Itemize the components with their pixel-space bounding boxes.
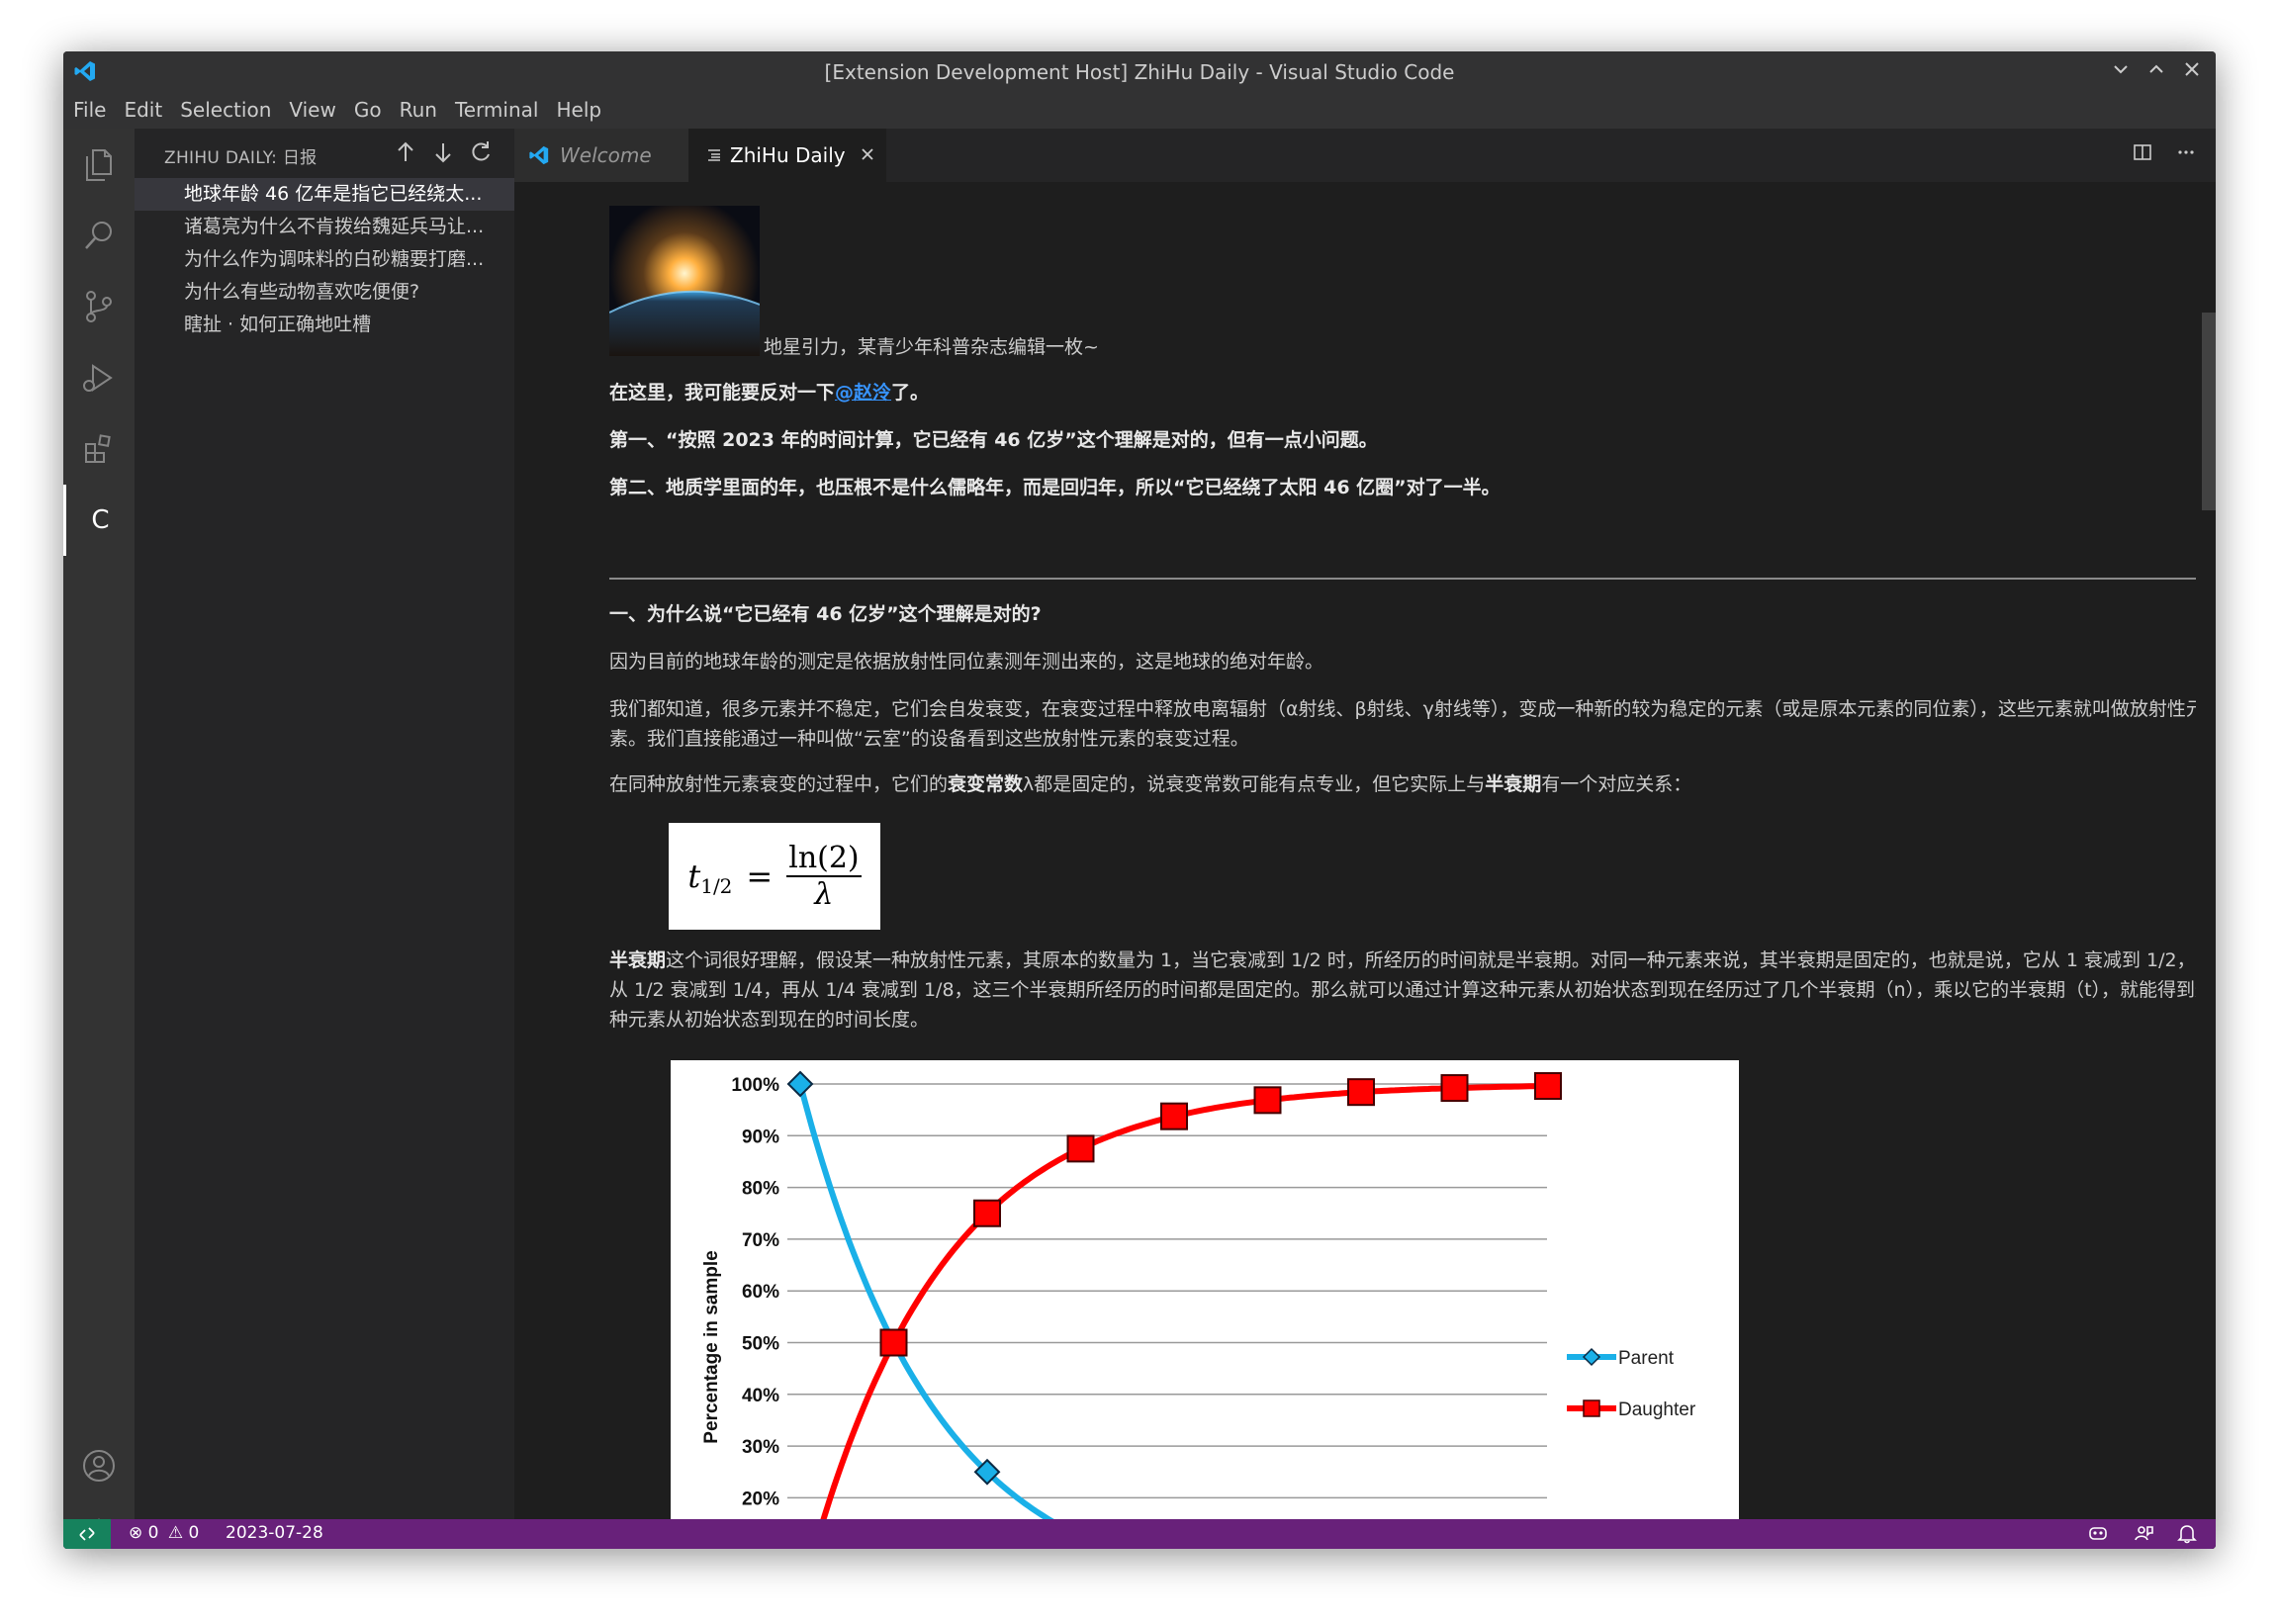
sidebar-title: ZHIHU DAILY: 日报 <box>164 148 318 168</box>
sidebar-header: ZHIHU DAILY: 日报 <box>135 129 514 176</box>
accounts-icon[interactable] <box>63 1430 135 1501</box>
series-line-daughter <box>811 1083 1549 1549</box>
half-life-formula: t 1/2 = ln(2) λ <box>669 823 880 930</box>
list-item[interactable]: 为什么作为调味料的白砂糖要打磨... <box>135 243 514 276</box>
paragraph: 因为目前的地球年龄的测定是依据放射性同位素测年测出来的，这是地球的绝对年龄。 <box>609 651 1324 673</box>
y-tick-label: 60% <box>742 1282 779 1303</box>
tab-label: Welcome <box>560 143 652 167</box>
sidebar: ZHIHU DAILY: 日报 地球年龄 46 亿年是指它已经绕太... 诸葛亮… <box>135 129 514 1549</box>
menu-bar: File Edit Selection View Go Run Terminal Help <box>63 91 2216 129</box>
data-point-daughter <box>879 1328 908 1357</box>
status-date[interactable]: 2023-07-28 <box>226 1523 323 1543</box>
close-tab-icon[interactable] <box>860 143 875 167</box>
scrollbar-thumb[interactable] <box>2202 313 2216 510</box>
menu-run[interactable]: Run <box>391 91 446 129</box>
more-actions-icon[interactable] <box>2176 142 2196 167</box>
section-heading: 一、为什么说“它已经有 46 亿岁”这个理解是对的? <box>609 603 1042 625</box>
tab-label: ZhiHu Daily <box>730 143 846 167</box>
y-tick-label: 90% <box>742 1127 779 1147</box>
author-intro: 地星引力，某青少年科普杂志编辑一枚~ <box>764 336 1099 358</box>
tab-welcome[interactable]: Welcome <box>514 129 688 182</box>
arrow-up-icon[interactable] <box>392 138 419 166</box>
explorer-icon[interactable] <box>63 129 135 200</box>
data-point-daughter <box>1066 1134 1095 1163</box>
scrollbar[interactable] <box>2202 182 2216 1549</box>
divider <box>609 578 2196 580</box>
legend-label: Parent <box>1618 1348 1675 1369</box>
author-avatar <box>609 206 760 356</box>
refresh-icon[interactable] <box>467 138 495 166</box>
data-point-daughter <box>1160 1102 1188 1130</box>
menu-terminal[interactable]: Terminal <box>446 91 548 129</box>
decay-chart: 100%90%80%70%60%50%40%30%20%10%Percentag… <box>671 1060 1739 1549</box>
data-point-daughter <box>1253 1086 1282 1115</box>
legend-label: Daughter <box>1618 1399 1696 1420</box>
vscode-logo-icon <box>529 145 549 165</box>
warning-icon: ⚠ <box>167 1523 184 1543</box>
y-tick-label: 50% <box>742 1334 779 1355</box>
y-tick-label: 30% <box>742 1437 779 1458</box>
article-list: 地球年龄 46 亿年是指它已经绕太... 诸葛亮为什么不肯拨给魏延兵马让... … <box>135 178 514 341</box>
window-title: [Extension Development Host] ZhiHu Daily… <box>824 60 1455 84</box>
list-item[interactable]: 地球年龄 46 亿年是指它已经绕太... <box>135 178 514 211</box>
problems-indicator[interactable]: ⊗ 0 ⚠ 0 <box>129 1523 199 1543</box>
zhihu-daily-view-icon[interactable]: C <box>63 485 135 556</box>
paragraph: 在同种放射性元素衰变的过程中，它们的衰变常数λ都是固定的，说衰变常数可能有点专业… <box>609 773 1692 795</box>
extensions-icon[interactable] <box>63 413 135 485</box>
data-point-daughter <box>973 1199 1001 1227</box>
tab-bar: Welcome ZhiHu Daily <box>514 129 2216 182</box>
list-item[interactable]: 诸葛亮为什么不肯拨给魏延兵马让... <box>135 211 514 243</box>
paragraph: 在这里，我可能要反对一下@赵泠了。 <box>609 382 930 404</box>
data-point-daughter <box>1534 1072 1562 1101</box>
preview-icon <box>708 149 720 161</box>
legend-marker <box>1583 1399 1600 1417</box>
bell-icon[interactable] <box>2176 1522 2198 1549</box>
y-tick-label: 80% <box>742 1179 779 1200</box>
y-tick-label: 40% <box>742 1386 779 1406</box>
copilot-icon[interactable] <box>2087 1522 2109 1549</box>
mention-link[interactable]: @赵泠 <box>835 382 891 404</box>
error-icon: ⊗ <box>129 1523 143 1543</box>
y-tick-label: 100% <box>731 1075 779 1096</box>
status-bar: ⊗ 0 ⚠ 0 2023-07-28 <box>63 1519 2216 1549</box>
decay-chart-svg: 100%90%80%70%60%50%40%30%20%10%Percentag… <box>701 1070 1696 1549</box>
feedback-icon[interactable] <box>2133 1522 2154 1549</box>
list-item[interactable]: 瞎扯 · 如何正确地吐槽 <box>135 309 514 341</box>
menu-file[interactable]: File <box>63 91 115 129</box>
remote-icon[interactable] <box>63 1519 111 1549</box>
split-editor-icon[interactable] <box>2133 142 2152 167</box>
close-window-icon[interactable] <box>2178 57 2206 85</box>
editor-area: Welcome ZhiHu Daily 地星引力，某青少年科普杂志编辑一枚~ 在… <box>514 129 2216 1549</box>
menu-edit[interactable]: Edit <box>115 91 171 129</box>
editor-actions <box>2115 142 2196 167</box>
y-axis-label: Percentage in sample <box>701 1250 722 1443</box>
paragraph: 我们都知道，很多元素并不稳定，它们会自发衰变，在衰变过程中释放电离辐射（α射线、… <box>609 698 2196 750</box>
source-control-icon[interactable] <box>63 271 135 342</box>
paragraph: 半衰期这个词很好理解，假设某一种放射性元素，其原本的数量为 1，当它衰减到 1/… <box>609 949 2196 1031</box>
data-point-daughter <box>1347 1078 1375 1107</box>
menu-view[interactable]: View <box>280 91 344 129</box>
tab-zhihu-daily[interactable]: ZhiHu Daily <box>688 129 886 182</box>
webview-content: 地星引力，某青少年科普杂志编辑一枚~ 在这里，我可能要反对一下@赵泠了。 第一、… <box>514 182 2196 1549</box>
menu-go[interactable]: Go <box>345 91 391 129</box>
chevron-down-icon[interactable] <box>2107 57 2135 85</box>
y-tick-label: 70% <box>742 1230 779 1251</box>
series-line-parent <box>797 1083 1118 1549</box>
chevron-up-icon[interactable] <box>2142 57 2170 85</box>
activity-bar: C 1 <box>63 129 135 1549</box>
menu-selection[interactable]: Selection <box>171 91 280 129</box>
paragraph: 第二、地质学里面的年，也压根不是什么儒略年，而是回归年，所以“它已经绕了太阳 4… <box>609 477 1501 498</box>
data-point-daughter <box>1440 1074 1469 1103</box>
list-item[interactable]: 为什么有些动物喜欢吃便便? <box>135 276 514 309</box>
y-tick-label: 20% <box>742 1489 779 1509</box>
vscode-window: [Extension Development Host] ZhiHu Daily… <box>63 51 2216 1549</box>
run-debug-icon[interactable] <box>63 342 135 413</box>
data-point-parent <box>786 1070 814 1098</box>
paragraph: 第一、“按照 2023 年的时间计算，它已经有 46 亿岁”这个理解是对的，但有… <box>609 429 1378 451</box>
title-bar: [Extension Development Host] ZhiHu Daily… <box>63 51 2216 91</box>
menu-help[interactable]: Help <box>547 91 610 129</box>
legend-marker <box>1582 1347 1601 1367</box>
arrow-down-icon[interactable] <box>429 138 457 166</box>
search-icon[interactable] <box>63 200 135 271</box>
